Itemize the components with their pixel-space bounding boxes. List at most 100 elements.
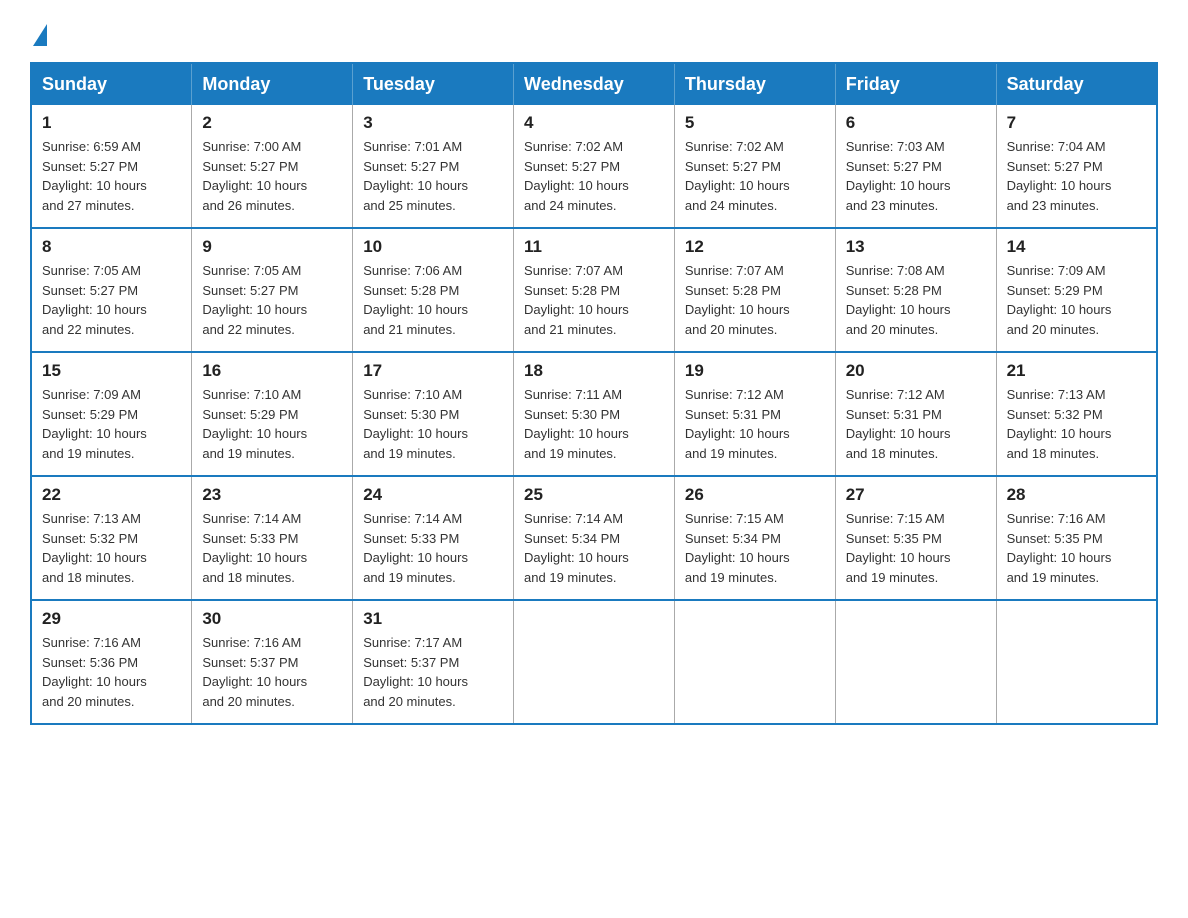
day-number: 3 [363, 113, 503, 133]
day-number: 12 [685, 237, 825, 257]
header-sunday: Sunday [31, 63, 192, 105]
day-info: Sunrise: 7:05 AMSunset: 5:27 PMDaylight:… [202, 261, 342, 339]
day-number: 6 [846, 113, 986, 133]
day-number: 2 [202, 113, 342, 133]
day-cell: 16 Sunrise: 7:10 AMSunset: 5:29 PMDayligh… [192, 352, 353, 476]
day-cell: 21Sunrise: 7:13 AMSunset: 5:32 PMDayligh… [996, 352, 1157, 476]
day-cell: 30 Sunrise: 7:16 AMSunset: 5:37 PMDayligh… [192, 600, 353, 724]
day-cell: 2 Sunrise: 7:00 AMSunset: 5:27 PMDaylight… [192, 105, 353, 228]
header-wednesday: Wednesday [514, 63, 675, 105]
day-cell: 4 Sunrise: 7:02 AMSunset: 5:27 PMDaylight… [514, 105, 675, 228]
header-saturday: Saturday [996, 63, 1157, 105]
day-cell: 27 Sunrise: 7:15 AMSunset: 5:35 PMDayligh… [835, 476, 996, 600]
day-number: 28 [1007, 485, 1146, 505]
week-row-2: 8 Sunrise: 7:05 AMSunset: 5:27 PMDaylight… [31, 228, 1157, 352]
day-cell: 29Sunrise: 7:16 AMSunset: 5:36 PMDayligh… [31, 600, 192, 724]
day-number: 8 [42, 237, 181, 257]
day-cell: 22Sunrise: 7:13 AMSunset: 5:32 PMDayligh… [31, 476, 192, 600]
day-info: Sunrise: 7:11 AMSunset: 5:30 PMDaylight:… [524, 385, 664, 463]
day-number: 13 [846, 237, 986, 257]
day-cell: 13 Sunrise: 7:08 AMSunset: 5:28 PMDayligh… [835, 228, 996, 352]
day-cell: 15 Sunrise: 7:09 AMSunset: 5:29 PMDayligh… [31, 352, 192, 476]
day-number: 29 [42, 609, 181, 629]
day-cell: 7Sunrise: 7:04 AMSunset: 5:27 PMDaylight… [996, 105, 1157, 228]
day-info: Sunrise: 7:02 AMSunset: 5:27 PMDaylight:… [524, 137, 664, 215]
day-info: Sunrise: 7:09 AMSunset: 5:29 PMDaylight:… [42, 385, 181, 463]
day-info: Sunrise: 7:13 AMSunset: 5:32 PMDaylight:… [1007, 385, 1146, 463]
week-row-4: 22Sunrise: 7:13 AMSunset: 5:32 PMDayligh… [31, 476, 1157, 600]
day-info: Sunrise: 7:00 AMSunset: 5:27 PMDaylight:… [202, 137, 342, 215]
day-info: Sunrise: 7:08 AMSunset: 5:28 PMDaylight:… [846, 261, 986, 339]
day-info: Sunrise: 7:12 AMSunset: 5:31 PMDaylight:… [846, 385, 986, 463]
day-cell: 11Sunrise: 7:07 AMSunset: 5:28 PMDayligh… [514, 228, 675, 352]
day-number: 18 [524, 361, 664, 381]
day-info: Sunrise: 7:14 AMSunset: 5:33 PMDaylight:… [363, 509, 503, 587]
day-number: 27 [846, 485, 986, 505]
day-number: 4 [524, 113, 664, 133]
day-info: Sunrise: 7:03 AMSunset: 5:27 PMDaylight:… [846, 137, 986, 215]
day-info: Sunrise: 7:02 AMSunset: 5:27 PMDaylight:… [685, 137, 825, 215]
day-number: 19 [685, 361, 825, 381]
day-cell: 6 Sunrise: 7:03 AMSunset: 5:27 PMDaylight… [835, 105, 996, 228]
day-number: 23 [202, 485, 342, 505]
day-number: 1 [42, 113, 181, 133]
day-number: 17 [363, 361, 503, 381]
day-number: 15 [42, 361, 181, 381]
day-cell: 20Sunrise: 7:12 AMSunset: 5:31 PMDayligh… [835, 352, 996, 476]
day-cell: 5 Sunrise: 7:02 AMSunset: 5:27 PMDaylight… [674, 105, 835, 228]
day-info: Sunrise: 7:07 AMSunset: 5:28 PMDaylight:… [685, 261, 825, 339]
day-number: 14 [1007, 237, 1146, 257]
header-monday: Monday [192, 63, 353, 105]
day-info: Sunrise: 7:12 AMSunset: 5:31 PMDaylight:… [685, 385, 825, 463]
day-cell: 1 Sunrise: 6:59 AMSunset: 5:27 PMDaylight… [31, 105, 192, 228]
day-cell: 23 Sunrise: 7:14 AMSunset: 5:33 PMDayligh… [192, 476, 353, 600]
day-info: Sunrise: 7:09 AMSunset: 5:29 PMDaylight:… [1007, 261, 1146, 339]
day-number: 30 [202, 609, 342, 629]
day-info: Sunrise: 7:10 AMSunset: 5:30 PMDaylight:… [363, 385, 503, 463]
day-info: Sunrise: 7:14 AMSunset: 5:34 PMDaylight:… [524, 509, 664, 587]
day-info: Sunrise: 7:15 AMSunset: 5:35 PMDaylight:… [846, 509, 986, 587]
logo [30, 20, 47, 42]
day-cell: 8 Sunrise: 7:05 AMSunset: 5:27 PMDaylight… [31, 228, 192, 352]
day-info: Sunrise: 7:13 AMSunset: 5:32 PMDaylight:… [42, 509, 181, 587]
day-info: Sunrise: 7:05 AMSunset: 5:27 PMDaylight:… [42, 261, 181, 339]
logo-top [30, 20, 47, 46]
day-info: Sunrise: 7:14 AMSunset: 5:33 PMDaylight:… [202, 509, 342, 587]
header-tuesday: Tuesday [353, 63, 514, 105]
day-info: Sunrise: 6:59 AMSunset: 5:27 PMDaylight:… [42, 137, 181, 215]
day-number: 7 [1007, 113, 1146, 133]
day-info: Sunrise: 7:16 AMSunset: 5:37 PMDaylight:… [202, 633, 342, 711]
day-cell: 17 Sunrise: 7:10 AMSunset: 5:30 PMDayligh… [353, 352, 514, 476]
week-row-3: 15 Sunrise: 7:09 AMSunset: 5:29 PMDayligh… [31, 352, 1157, 476]
day-cell: 19 Sunrise: 7:12 AMSunset: 5:31 PMDayligh… [674, 352, 835, 476]
day-cell [996, 600, 1157, 724]
day-number: 26 [685, 485, 825, 505]
day-number: 11 [524, 237, 664, 257]
day-number: 9 [202, 237, 342, 257]
day-cell [514, 600, 675, 724]
day-info: Sunrise: 7:10 AMSunset: 5:29 PMDaylight:… [202, 385, 342, 463]
day-cell: 12 Sunrise: 7:07 AMSunset: 5:28 PMDayligh… [674, 228, 835, 352]
day-cell: 25 Sunrise: 7:14 AMSunset: 5:34 PMDayligh… [514, 476, 675, 600]
day-cell: 26Sunrise: 7:15 AMSunset: 5:34 PMDayligh… [674, 476, 835, 600]
day-number: 25 [524, 485, 664, 505]
page-header [30, 20, 1158, 42]
logo-triangle-icon [33, 24, 47, 46]
day-number: 10 [363, 237, 503, 257]
calendar-header-row: SundayMondayTuesdayWednesdayThursdayFrid… [31, 63, 1157, 105]
header-friday: Friday [835, 63, 996, 105]
day-number: 16 [202, 361, 342, 381]
week-row-1: 1 Sunrise: 6:59 AMSunset: 5:27 PMDaylight… [31, 105, 1157, 228]
day-number: 24 [363, 485, 503, 505]
day-cell: 9 Sunrise: 7:05 AMSunset: 5:27 PMDaylight… [192, 228, 353, 352]
day-cell [674, 600, 835, 724]
day-number: 5 [685, 113, 825, 133]
day-cell: 28Sunrise: 7:16 AMSunset: 5:35 PMDayligh… [996, 476, 1157, 600]
day-info: Sunrise: 7:17 AMSunset: 5:37 PMDaylight:… [363, 633, 503, 711]
header-thursday: Thursday [674, 63, 835, 105]
day-cell: 31Sunrise: 7:17 AMSunset: 5:37 PMDayligh… [353, 600, 514, 724]
day-cell: 10 Sunrise: 7:06 AMSunset: 5:28 PMDayligh… [353, 228, 514, 352]
day-cell [835, 600, 996, 724]
day-info: Sunrise: 7:06 AMSunset: 5:28 PMDaylight:… [363, 261, 503, 339]
calendar-table: SundayMondayTuesdayWednesdayThursdayFrid… [30, 62, 1158, 725]
